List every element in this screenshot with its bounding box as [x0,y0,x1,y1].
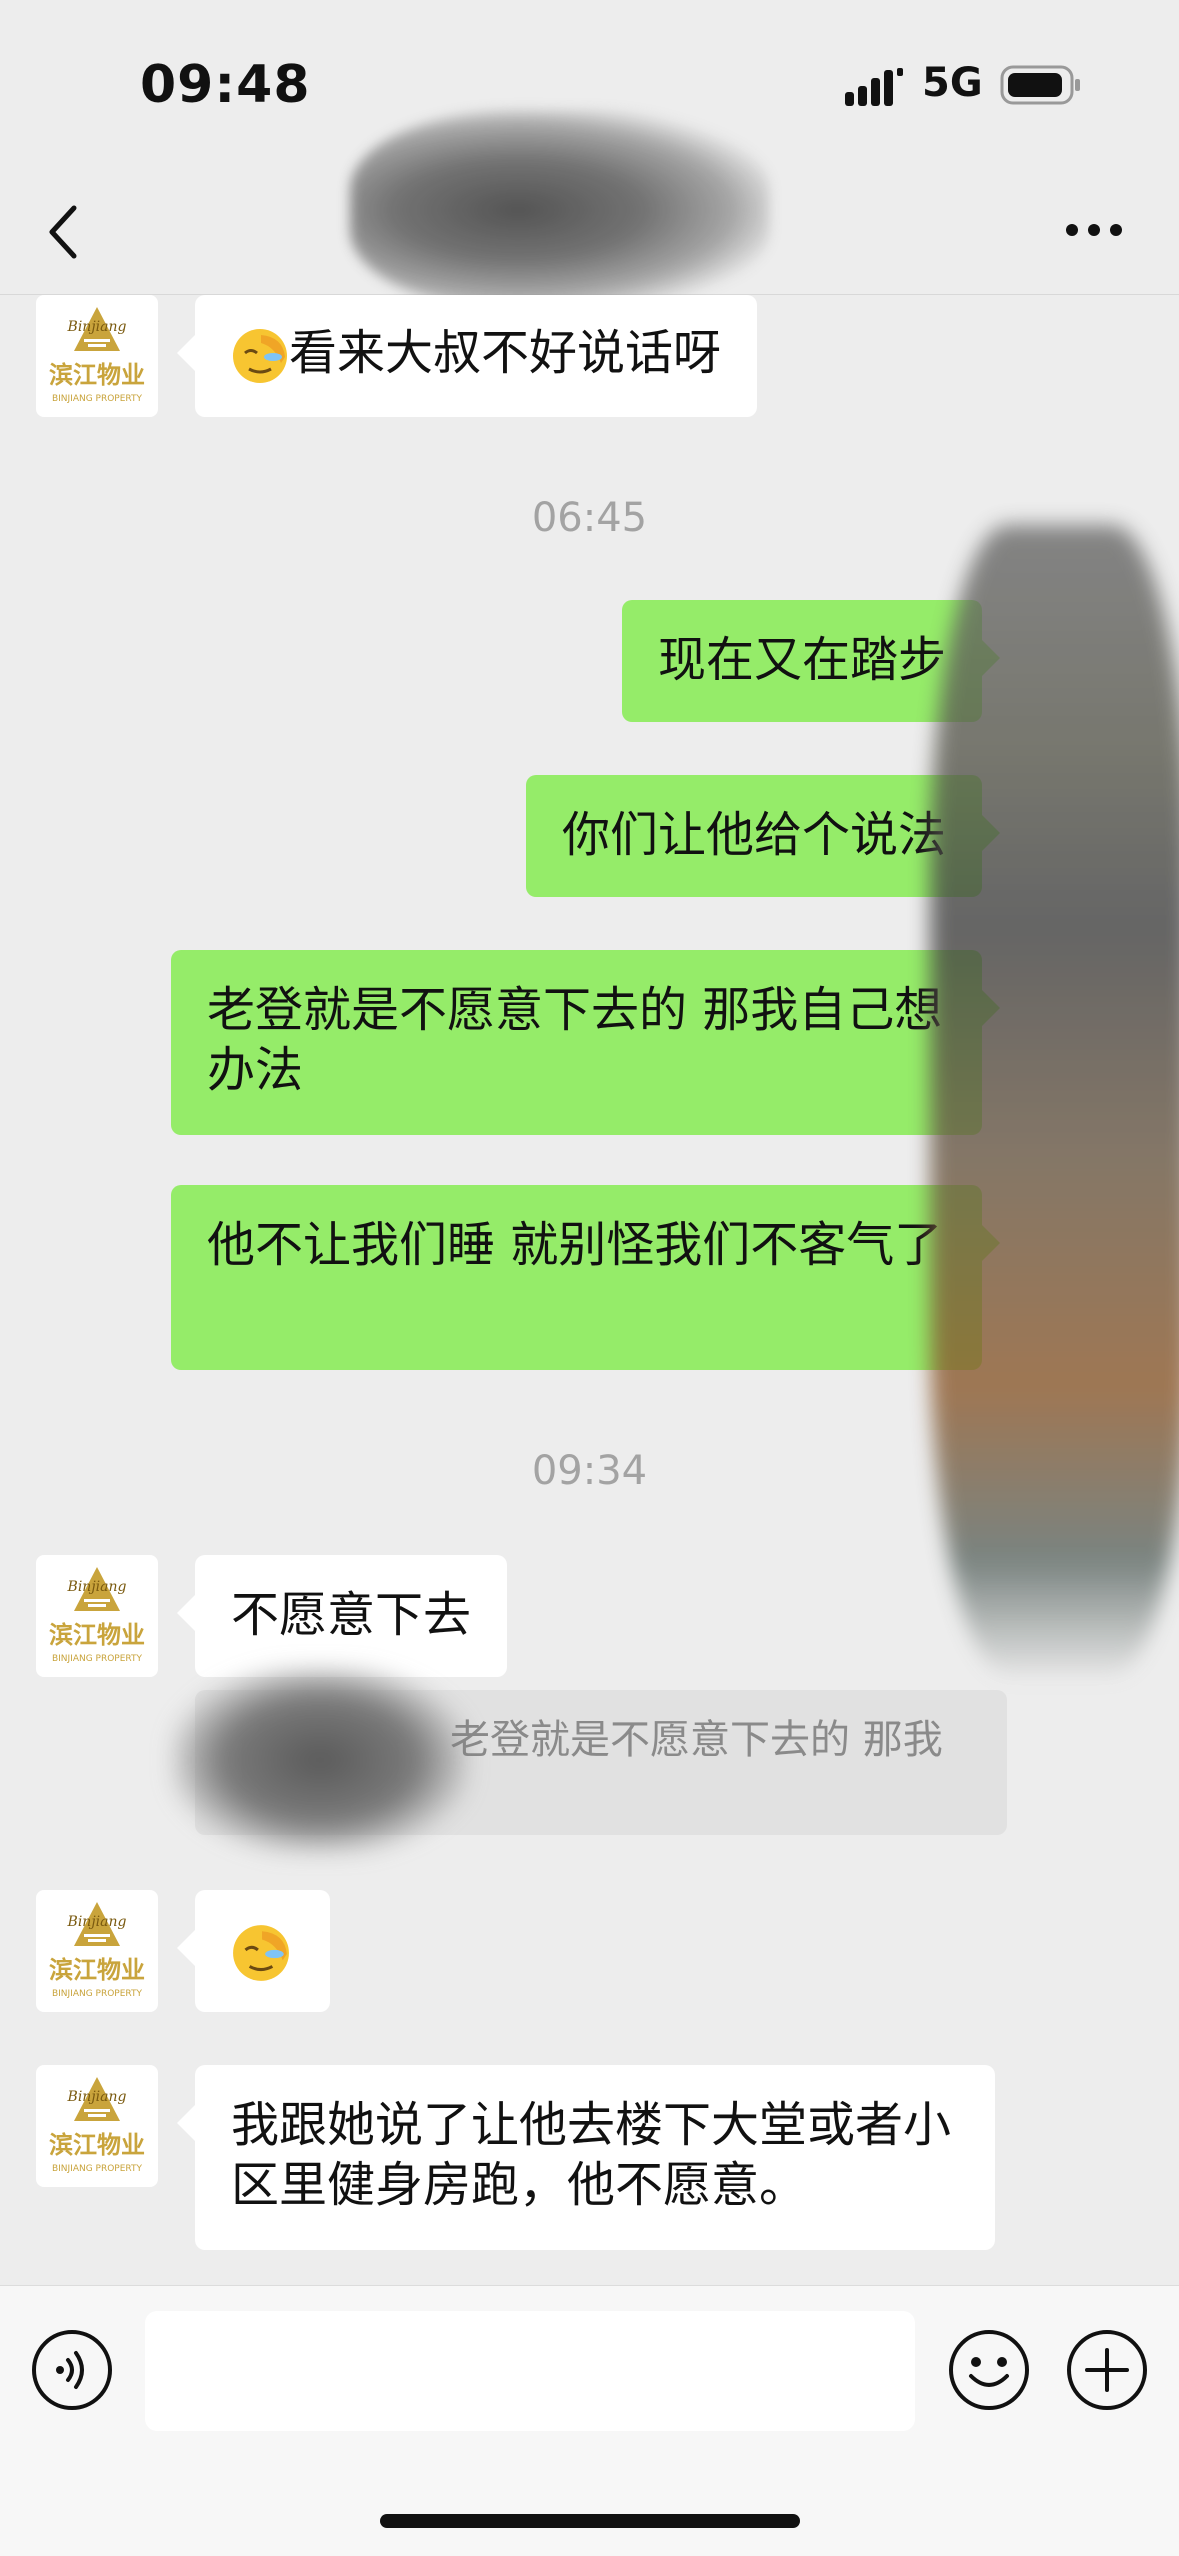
binjiang-logo-icon: Binjiang 滨江物业 BINJIANG PROPERTY [49,1902,145,1999]
message-bubble-outgoing[interactable]: 他不让我们睡 就别怪我们不客气了 [171,1185,1000,1370]
message-bubble-outgoing[interactable]: 现在又在踏步 [621,600,1001,722]
battery-icon [1000,65,1080,105]
message-input[interactable] [145,2311,915,2431]
message-bubble-outgoing[interactable]: 老登就是不愿意下去的 那我自己想办法 [171,950,1000,1135]
brand-cn: 滨江物业 [49,1621,145,1649]
home-indicator[interactable] [380,2514,800,2528]
network-label: 5G [922,60,983,106]
chat-message-list[interactable]: Binjiang 滨江物业 BINJIANG PROPERTY 看来大叔不好说话… [0,295,1179,2285]
brand-cn: 滨江物业 [49,1956,145,1984]
input-bar [0,2285,1179,2556]
message-text: 他不让我们睡 就别怪我们不客气了 [207,1217,943,1273]
timestamp: 09:34 [531,1448,648,1494]
message-text: 看来大叔不好说话呀 [289,325,722,381]
brand-en: BINJIANG PROPERTY [52,394,143,404]
avatar[interactable]: Binjiang 滨江物业 BINJIANG PROPERTY [36,2065,158,2187]
message-bubble-incoming[interactable]: 不愿意下去 [176,1555,508,1677]
message-text: 不愿意下去 [231,1587,472,1643]
plus-icon[interactable] [1065,2328,1149,2412]
message-text: 我跟她说了让他去楼下大堂或者小区里健身房跑，他不愿意。 [231,2097,952,2213]
brand-cn: 滨江物业 [49,2131,145,2159]
avatar[interactable]: Binjiang 滨江物业 BINJIANG PROPERTY [36,1890,158,2012]
avatar[interactable]: Binjiang 滨江物业 BINJIANG PROPERTY [36,1555,158,1677]
avatar[interactable]: Binjiang 滨江物业 BINJIANG PROPERTY [36,295,158,417]
brand-script: Binjiang [67,1914,127,1930]
message-bubble-outgoing[interactable]: 你们让他给个说法 [525,775,1001,897]
more-dots-icon[interactable] [1064,220,1124,240]
brand-script: Binjiang [67,2089,127,2105]
facepalm-emoji [233,329,287,383]
smiley-icon[interactable] [947,2328,1031,2412]
message-text: 现在又在踏步 [657,632,946,688]
signal-bars-icon [845,68,903,106]
status-time: 09:48 [140,55,311,115]
chat-nav-bar [0,110,1179,310]
brand-script: Binjiang [67,319,127,335]
message-bubble-incoming[interactable] [177,1890,330,2012]
brand-script: Binjiang [67,1579,127,1595]
binjiang-logo-icon: Binjiang 滨江物业 BINJIANG PROPERTY [49,1567,145,1664]
message-bubble-incoming[interactable]: 我跟她说了让他去楼下大堂或者小区里健身房跑，他不愿意。 [177,2065,995,2250]
quoted-text: 老登就是不愿意下去的 那我 [450,1717,943,1763]
brand-en: BINJIANG PROPERTY [52,2164,143,2174]
chevron-left-icon[interactable] [44,200,84,264]
voice-icon[interactable] [30,2328,114,2412]
message-text: 老登就是不愿意下去的 那我自己想办法 [207,982,943,1098]
brand-cn: 滨江物业 [49,361,145,389]
facepalm-emoji [233,1925,289,1981]
redacted-chat-title [350,110,770,310]
brand-en: BINJIANG PROPERTY [52,1654,143,1664]
timestamp: 06:45 [531,495,648,541]
message-text: 你们让他给个说法 [561,807,946,863]
message-bubble-incoming[interactable]: 看来大叔不好说话呀 [176,295,758,417]
quoted-reply[interactable]: 老登就是不愿意下去的 那我 [195,1690,1007,1835]
binjiang-logo-icon: Binjiang 滨江物业 BINJIANG PROPERTY [49,2077,145,2174]
binjiang-logo-icon: Binjiang 滨江物业 BINJIANG PROPERTY [49,307,145,404]
brand-en: BINJIANG PROPERTY [52,1989,143,1999]
